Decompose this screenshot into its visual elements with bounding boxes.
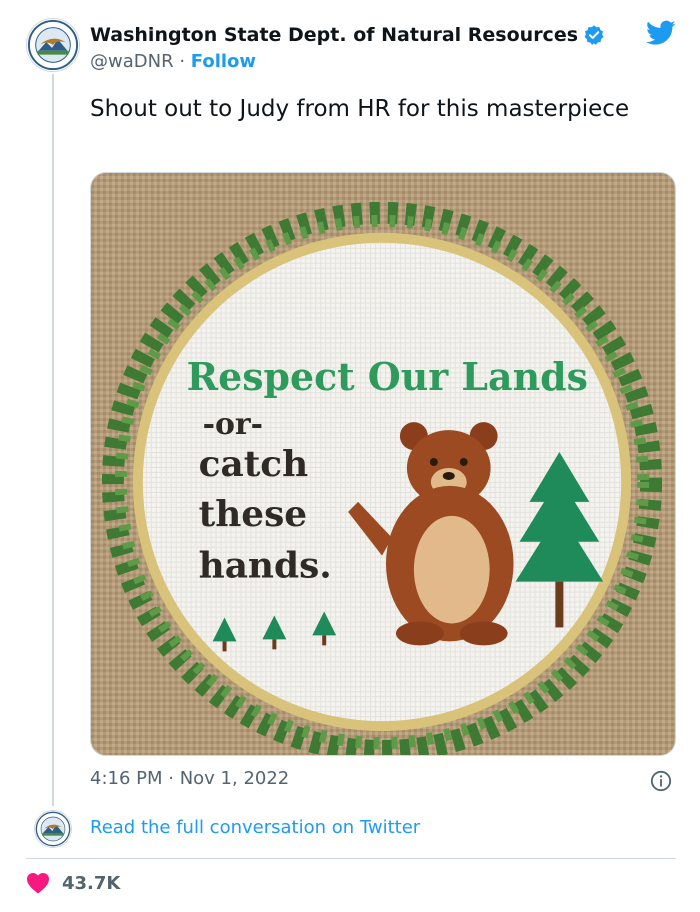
follow-link[interactable]: Follow — [191, 51, 256, 72]
tweet-header: Washington State Dept. of Natural Resour… — [26, 18, 686, 78]
handle[interactable]: @waDNR — [90, 51, 174, 72]
avatar[interactable] — [26, 18, 80, 72]
like-count: 43.7K — [62, 872, 121, 894]
name-row: Washington State Dept. of Natural Resour… — [90, 24, 605, 46]
separator: · — [173, 51, 191, 72]
twitter-bird-icon[interactable] — [646, 20, 676, 46]
info-icon[interactable] — [650, 770, 672, 792]
dnr-seal-icon — [27, 19, 79, 71]
thread-line — [52, 74, 54, 806]
tweet-date: Nov 1, 2022 — [179, 768, 290, 789]
stitch-line-4: these — [199, 493, 307, 535]
conversation-row: Read the full conversation on Twitter — [34, 810, 684, 848]
display-name[interactable]: Washington State Dept. of Natural Resour… — [90, 24, 578, 46]
dnr-seal-icon — [35, 811, 71, 847]
small-avatar[interactable] — [34, 810, 72, 848]
stitch-line-1: Respect Our Lands — [187, 354, 588, 399]
stitch-line-3: catch — [199, 443, 309, 485]
divider — [26, 858, 676, 859]
date-separator: · — [162, 768, 180, 789]
stitch-line-5: hands. — [199, 545, 332, 587]
tweet-text: Shout out to Judy from HR for this maste… — [90, 96, 630, 122]
tweet-timestamp[interactable]: 4:16 PM · Nov 1, 2022 — [90, 768, 289, 789]
like-row[interactable]: 43.7K — [26, 872, 120, 894]
cross-stitch-photo: Respect Our Lands -or- catch these hands… — [91, 173, 675, 755]
tweet-photo[interactable]: Respect Our Lands -or- catch these hands… — [90, 172, 676, 756]
tweet-time: 4:16 PM — [90, 768, 163, 789]
stitch-line-2: -or- — [203, 407, 263, 442]
read-conversation-link[interactable]: Read the full conversation on Twitter — [90, 817, 420, 838]
heart-icon[interactable] — [26, 872, 50, 894]
handle-row: @waDNR · Follow — [90, 51, 256, 72]
verified-badge-icon — [584, 25, 604, 45]
